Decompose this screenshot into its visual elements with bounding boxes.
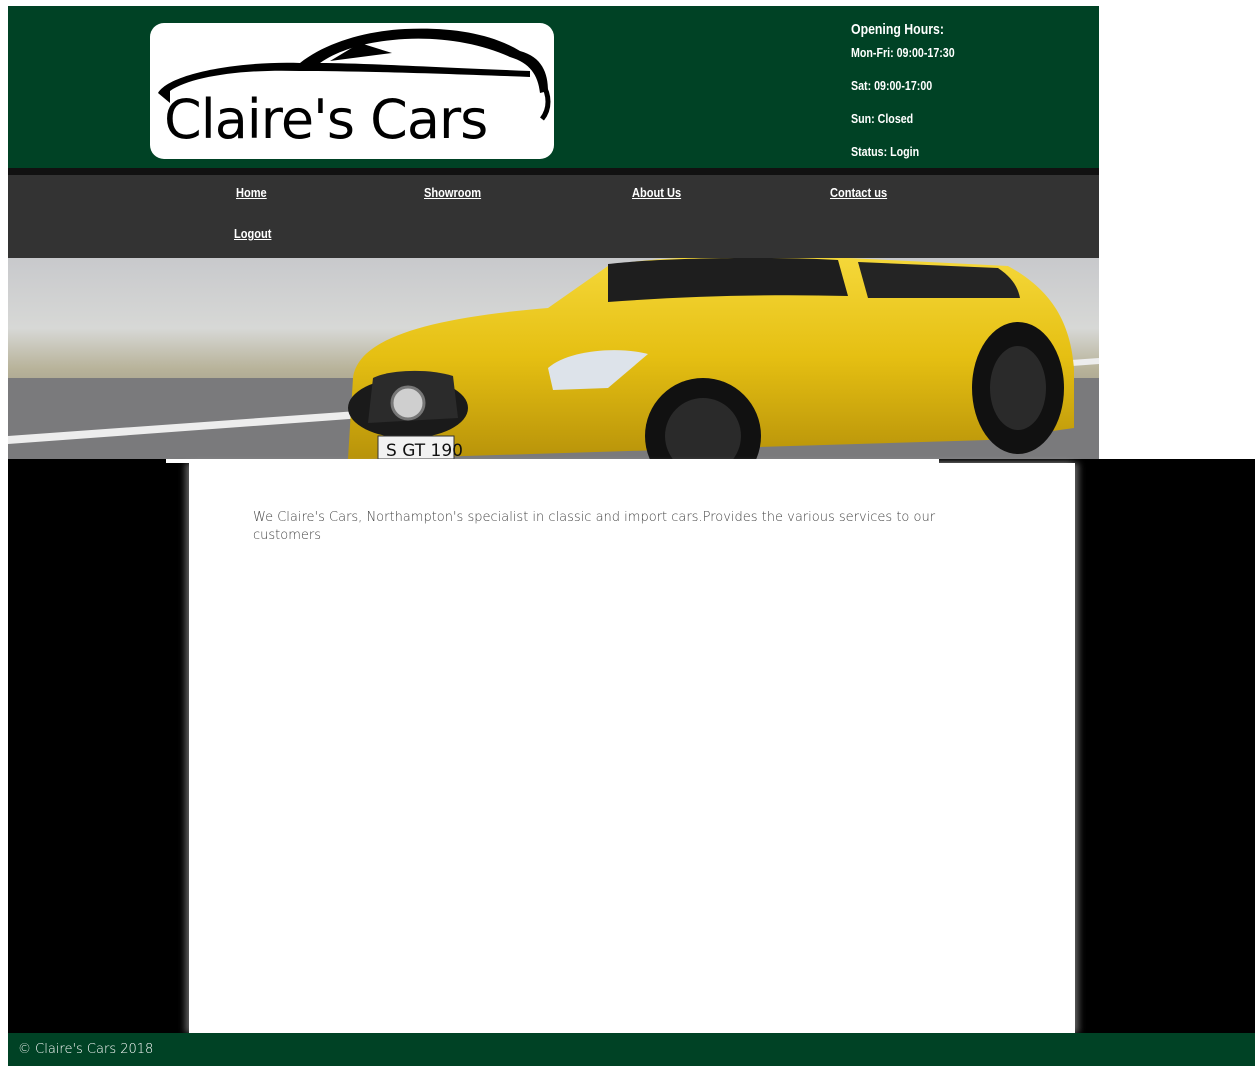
license-plate-text: S GT 190	[386, 441, 463, 459]
nav-showroom[interactable]: Showroom	[424, 185, 481, 200]
content-stage: We Claire's Cars, Northampton's speciali…	[8, 459, 1255, 1033]
opening-hours: Opening Hours: Mon-Fri: 09:00-17:30 Sat:…	[851, 20, 977, 176]
opening-hours-title: Opening Hours:	[851, 21, 944, 38]
hero-banner-image: S GT 190	[8, 258, 1099, 459]
hours-saturday: Sat: 09:00-17:00	[851, 78, 933, 93]
site-footer: © Claire's Cars 2018	[8, 1033, 1255, 1066]
site-header: Claire's Cars Opening Hours: Mon-Fri: 09…	[8, 6, 1099, 168]
copyright-text: © Claire's Cars 2018	[18, 1042, 154, 1057]
intro-paragraph: We Claire's Cars, Northampton's speciali…	[253, 510, 936, 543]
nav-about-us[interactable]: About Us	[632, 185, 681, 200]
nav-contact-us[interactable]: Contact us	[830, 185, 887, 200]
nav-logout[interactable]: Logout	[234, 226, 271, 241]
main-navigation: Home Showroom About Us Contact us Logout	[8, 175, 1099, 258]
claires-cars-logo[interactable]: Claire's Cars	[150, 23, 554, 159]
header-divider	[8, 168, 1099, 175]
hours-weekdays: Mon-Fri: 09:00-17:30	[851, 45, 955, 60]
logo-wordmark: Claire's Cars	[164, 88, 488, 151]
main-content-card: We Claire's Cars, Northampton's speciali…	[189, 463, 1075, 1033]
hours-sunday: Sun: Closed	[851, 111, 914, 126]
nav-home[interactable]: Home	[236, 185, 267, 200]
